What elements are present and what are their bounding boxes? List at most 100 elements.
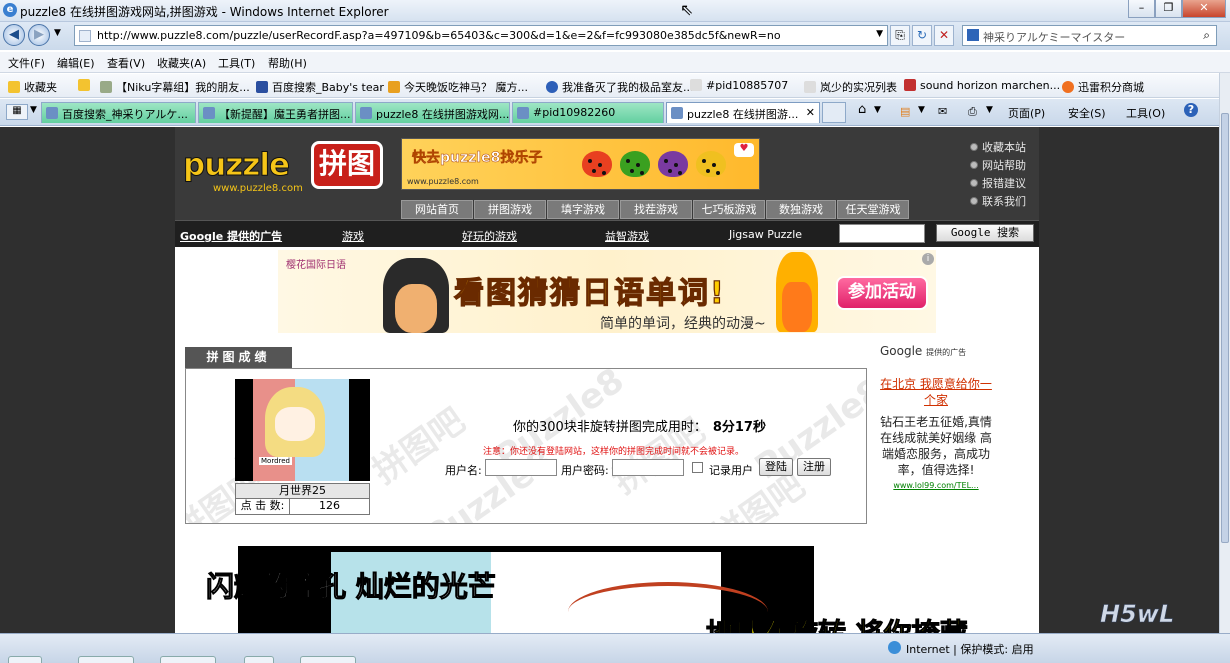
password-input[interactable] bbox=[612, 459, 684, 476]
tab-puzzle8[interactable]: puzzle8 在线拼图游戏网... bbox=[355, 102, 510, 123]
tab-puzzle8-active[interactable]: puzzle8 在线拼图游... ✕ bbox=[666, 102, 820, 123]
ad-url[interactable]: www.lol99.com/TEL... bbox=[880, 481, 992, 490]
site-logo[interactable]: puzzle 拼图 www.puzzle8.com bbox=[183, 137, 388, 199]
favorite-item-5[interactable]: #pid10885707 bbox=[690, 79, 788, 92]
print-dropdown-icon[interactable]: ▼ bbox=[986, 105, 993, 115]
help-link[interactable]: 网站帮助 bbox=[968, 157, 1038, 175]
tab-reminder[interactable]: 【新提醒】魔王勇者拼图... bbox=[198, 102, 353, 123]
quick-tabs-icon[interactable]: ▦ bbox=[6, 104, 28, 120]
mail-icon[interactable]: ✉ bbox=[938, 105, 947, 118]
help-icon[interactable]: ? bbox=[1184, 103, 1198, 117]
google-search-input[interactable] bbox=[839, 224, 925, 243]
register-button[interactable]: 注册 bbox=[797, 458, 831, 476]
search-input[interactable]: 神采りアルケミーマイスター ⌕ bbox=[962, 25, 1217, 46]
close-window-button[interactable]: ✕ bbox=[1182, 0, 1226, 18]
favorite-item-6[interactable]: 岚少的实况列表 bbox=[804, 79, 897, 95]
ad-cta-button[interactable]: 参加活动 bbox=[836, 276, 928, 310]
menu-file[interactable]: 文件(F) bbox=[8, 55, 45, 71]
address-dropdown-icon[interactable]: ▼ bbox=[876, 29, 883, 39]
feedback-link[interactable]: 报错建议 bbox=[968, 175, 1038, 193]
feeds-icon[interactable]: ▤ bbox=[900, 105, 910, 118]
vertical-scrollbar[interactable] bbox=[1219, 73, 1230, 633]
page-margin-left bbox=[0, 127, 175, 633]
watermark: 拼图吧 bbox=[365, 400, 473, 493]
puzzle-thumbnail[interactable]: Mordred bbox=[235, 379, 370, 481]
compat-view-icon[interactable]: ⎘ bbox=[890, 25, 910, 46]
search-icon[interactable]: ⌕ bbox=[1203, 28, 1210, 43]
favorites-button[interactable]: 收藏夹 bbox=[8, 79, 57, 95]
nav-tangram[interactable]: 七巧板游戏 bbox=[693, 200, 765, 219]
google-search-button[interactable]: Google 搜索 bbox=[936, 224, 1034, 242]
taskbar-item[interactable] bbox=[78, 656, 134, 663]
feeds-dropdown-icon[interactable]: ▼ bbox=[918, 105, 925, 115]
thumbnail-caption: Mordred bbox=[259, 457, 292, 465]
menu-help[interactable]: 帮助(H) bbox=[268, 55, 307, 71]
home-icon[interactable]: ⌂ bbox=[858, 102, 866, 117]
nav-jigsaw[interactable]: 拼图游戏 bbox=[474, 200, 546, 219]
ad-banner[interactable]: 樱花国际日语 看图猜猜日语单词! 简单的单词，经典的动漫~ 参加活动 i bbox=[278, 250, 936, 333]
favorite-item-8[interactable]: 迅雷积分商城 bbox=[1062, 79, 1144, 95]
search-placeholder[interactable]: 神采りアルケミーマイスター bbox=[983, 29, 1125, 45]
favorite-item-1[interactable]: 【Niku字幕组】我的朋友... bbox=[100, 79, 250, 95]
tab-baidu[interactable]: 百度搜索_神采りアルケ... bbox=[41, 102, 196, 123]
forward-button[interactable]: ▶ bbox=[28, 24, 50, 46]
favorite-item-2[interactable]: 百度搜索_Baby's tear bbox=[256, 79, 384, 95]
back-button[interactable]: ◀ bbox=[3, 24, 25, 46]
minimize-button[interactable]: – bbox=[1128, 0, 1155, 18]
maximize-button[interactable]: ❐ bbox=[1155, 0, 1182, 18]
taskbar-item[interactable] bbox=[8, 656, 42, 663]
favorites-label: 收藏夹 bbox=[24, 81, 57, 94]
search-provider-icon[interactable] bbox=[967, 29, 979, 41]
stop-icon[interactable]: ✕ bbox=[934, 25, 954, 46]
ad-link-games[interactable]: 游戏 bbox=[342, 228, 364, 244]
nav-sudoku[interactable]: 数独游戏 bbox=[766, 200, 836, 219]
top-banner[interactable]: 快去puzzle8找乐子 www.puzzle8.com ♥ bbox=[401, 138, 760, 190]
favorite-item-4[interactable]: 我准备灭了我的极品室友... bbox=[546, 79, 694, 95]
print-icon[interactable]: ⎙ bbox=[968, 105, 977, 119]
tab-pid[interactable]: #pid10982260 bbox=[512, 102, 664, 123]
taskbar-item[interactable] bbox=[160, 656, 216, 663]
google-ads-label[interactable]: Google 提供的广告 bbox=[180, 228, 282, 244]
menu-edit[interactable]: 编辑(E) bbox=[57, 55, 95, 71]
menu-tools[interactable]: 工具(T) bbox=[218, 55, 255, 71]
logo-url: www.puzzle8.com bbox=[213, 183, 303, 194]
nav-crossword[interactable]: 填字游戏 bbox=[547, 200, 619, 219]
new-tab-button[interactable] bbox=[822, 102, 846, 123]
bookmark-link[interactable]: 收藏本站 bbox=[968, 139, 1038, 157]
puzzle-title: 月世界25 bbox=[235, 483, 370, 499]
remember-checkbox[interactable] bbox=[692, 462, 703, 473]
menu-favorites[interactable]: 收藏夹(A) bbox=[157, 55, 206, 71]
nav-nintendo[interactable]: 任天堂游戏 bbox=[837, 200, 909, 219]
ad-link-puzzle-games[interactable]: 益智游戏 bbox=[605, 228, 649, 244]
ad-title-link[interactable]: 在北京 我愿意给你一个家 bbox=[880, 376, 992, 408]
ad-link-fun-games[interactable]: 好玩的游戏 bbox=[462, 228, 517, 244]
nav-spot-difference[interactable]: 找茬游戏 bbox=[620, 200, 692, 219]
contact-link[interactable]: 联系我们 bbox=[968, 193, 1038, 211]
nav-home[interactable]: 网站首页 bbox=[401, 200, 473, 219]
google-ads-header: Google 提供的广告 bbox=[880, 344, 967, 358]
address-url[interactable]: http://www.puzzle8.com/puzzle/userRecord… bbox=[97, 29, 781, 42]
menu-view[interactable]: 查看(V) bbox=[107, 55, 145, 71]
page-menu[interactable]: 页面(P) bbox=[1008, 105, 1045, 121]
address-field[interactable]: http://www.puzzle8.com/puzzle/userRecord… bbox=[74, 25, 888, 46]
ad-info-icon[interactable]: i bbox=[922, 253, 934, 265]
tools-menu[interactable]: 工具(O) bbox=[1126, 105, 1165, 121]
username-input[interactable] bbox=[485, 459, 557, 476]
scrollbar-thumb[interactable] bbox=[1221, 113, 1229, 543]
refresh-icon[interactable]: ↻ bbox=[912, 25, 932, 46]
close-tab-icon[interactable]: ✕ bbox=[806, 106, 815, 119]
home-dropdown-icon[interactable]: ▼ bbox=[874, 105, 881, 115]
taskbar-item[interactable] bbox=[244, 656, 274, 663]
favorite-item-3[interactable]: 今天晚饭吃神马？ 魔方... bbox=[388, 79, 528, 95]
taskbar-item[interactable] bbox=[300, 656, 356, 663]
tab-list-icon[interactable]: ▼ bbox=[30, 105, 37, 115]
login-button[interactable]: 登陆 bbox=[759, 458, 793, 476]
ad-link-jigsaw[interactable]: Jigsaw Puzzle bbox=[729, 228, 802, 241]
add-favorite-icon[interactable] bbox=[78, 79, 94, 92]
safety-menu[interactable]: 安全(S) bbox=[1068, 105, 1106, 121]
history-dropdown-icon[interactable]: ▼ bbox=[54, 28, 61, 38]
page-icon bbox=[79, 30, 91, 42]
favorite-item-7[interactable]: sound horizon marchen... bbox=[904, 79, 1060, 92]
ladybug-icon bbox=[696, 151, 726, 177]
status-bar: Internet | 保护模式: 启用 bbox=[0, 633, 1230, 663]
